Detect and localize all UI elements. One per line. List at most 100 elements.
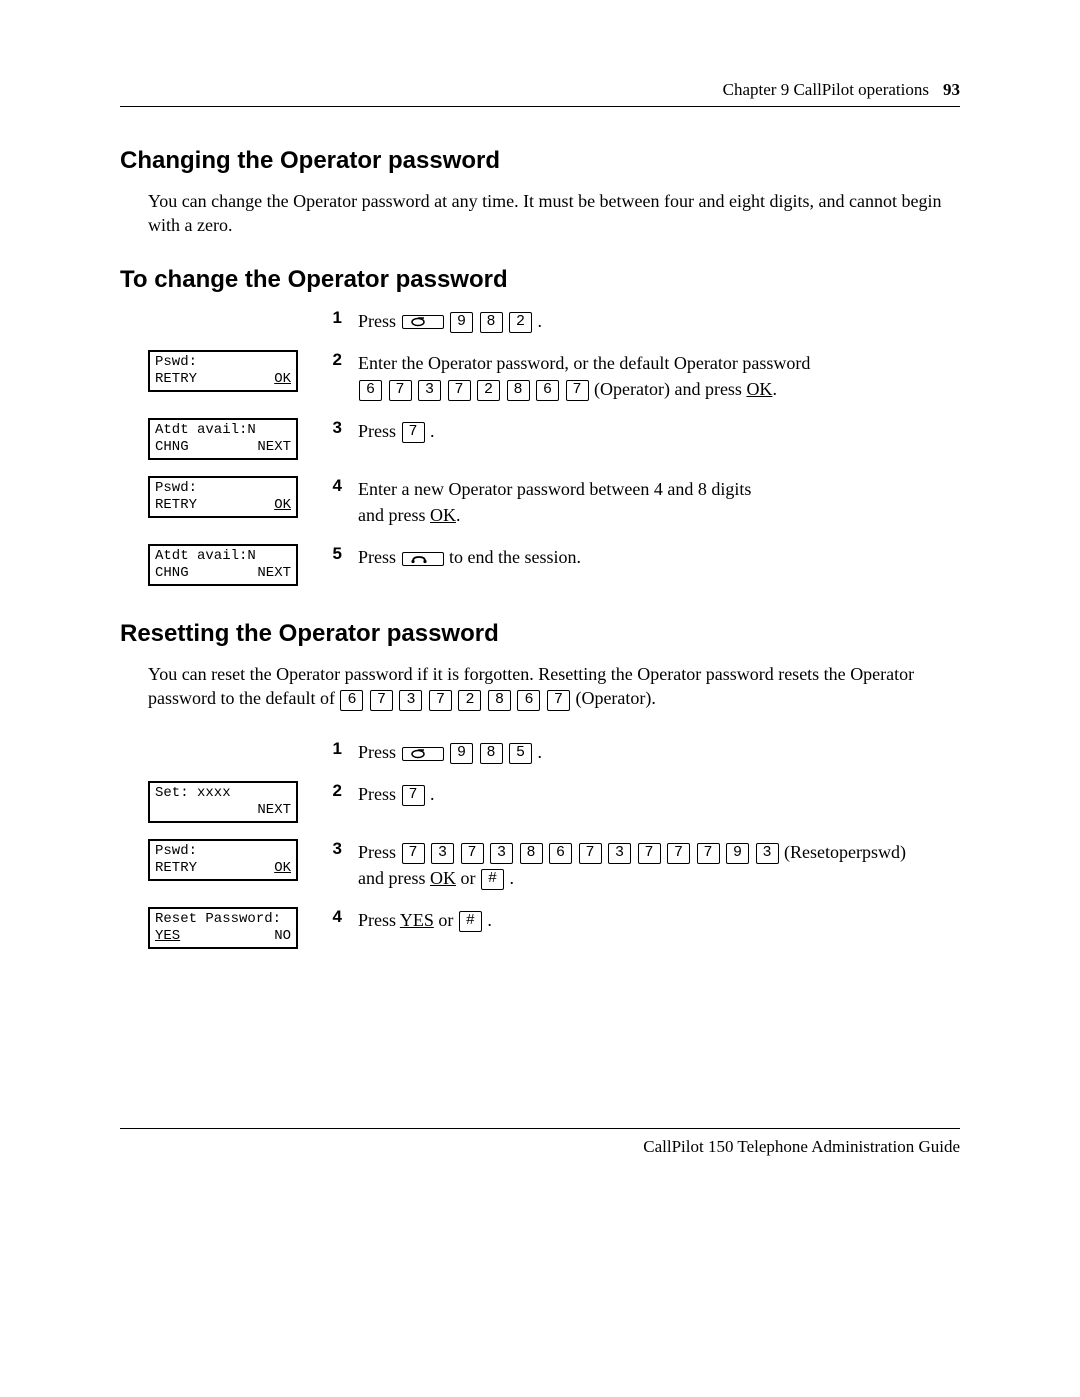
softkey-ok: OK	[746, 379, 772, 399]
page-header: Chapter 9 CallPilot operations 93	[120, 80, 960, 107]
softkey-ok: OK	[430, 505, 456, 525]
heading-to-change-operator-password: To change the Operator password	[120, 266, 960, 294]
release-key-icon	[402, 552, 444, 566]
key-2: 2	[509, 312, 532, 333]
step-5: Atdt avail:N CHNG NEXT 5 Press to end th…	[148, 544, 960, 586]
lcd-display: Atdt avail:N CHNG NEXT	[148, 418, 298, 460]
reset-step-4: Reset Password: YES NO 4 Press YES or # …	[148, 907, 960, 949]
lcd-softkey-right: NEXT	[257, 439, 291, 456]
lcd-display: Pswd: RETRY OK	[148, 350, 298, 392]
step-4: Pswd: RETRY OK 4 Enter a new Operator pa…	[148, 476, 960, 528]
lcd-softkey-right: NO	[274, 928, 291, 945]
key-hash: #	[481, 869, 504, 890]
key-7: 7	[389, 380, 412, 401]
key-9: 9	[450, 312, 473, 333]
lcd-softkey-left: RETRY	[155, 860, 197, 877]
key-hash: #	[459, 911, 482, 932]
lcd-softkey-left: RETRY	[155, 497, 197, 514]
key-2: 2	[458, 690, 481, 711]
step-1: 1 Press 9 8 2 .	[148, 308, 960, 334]
lcd-display: Pswd: RETRY OK	[148, 476, 298, 518]
heading-changing-operator-password: Changing the Operator password	[120, 147, 960, 175]
key-3: 3	[399, 690, 422, 711]
lcd-softkey-right: NEXT	[257, 565, 291, 582]
reset-step-1: 1 Press 9 8 5 .	[148, 739, 960, 765]
footer-text: CallPilot 150 Telephone Administration G…	[643, 1137, 960, 1157]
key-3: 3	[756, 843, 779, 864]
step-2: Pswd: RETRY OK 2 Enter the Operator pass…	[148, 350, 960, 402]
step-number: 2	[318, 781, 348, 801]
key-6: 6	[359, 380, 382, 401]
lcd-softkey-right: OK	[274, 860, 291, 877]
key-5: 5	[509, 743, 532, 764]
lcd-softkey-left: CHNG	[155, 565, 189, 582]
key-8: 8	[480, 743, 503, 764]
feature-key-icon	[402, 747, 444, 761]
key-7: 7	[429, 690, 452, 711]
lcd-softkey-left: RETRY	[155, 371, 197, 388]
step-number: 3	[318, 418, 348, 438]
key-7: 7	[402, 785, 425, 806]
key-3: 3	[490, 843, 513, 864]
page-footer: CallPilot 150 Telephone Administration G…	[120, 1128, 960, 1157]
step-text: Press 9 8 2 .	[358, 308, 960, 334]
intro-resetting: You can reset the Operator password if i…	[148, 662, 960, 711]
key-7: 7	[461, 843, 484, 864]
lcd-display: Reset Password: YES NO	[148, 907, 298, 949]
step-text: Press 7 .	[358, 418, 960, 444]
lcd-softkey-right: NEXT	[257, 802, 291, 819]
step-text: Press 9 8 5 .	[358, 739, 960, 765]
key-3: 3	[431, 843, 454, 864]
page-number: 93	[943, 80, 960, 100]
step-number: 4	[318, 907, 348, 927]
key-3: 3	[608, 843, 631, 864]
page: Chapter 9 CallPilot operations 93 Changi…	[0, 0, 1080, 1397]
key-6: 6	[536, 380, 559, 401]
lcd-softkey-right: OK	[274, 371, 291, 388]
lcd-display: Set: xxxx NEXT	[148, 781, 298, 823]
step-number: 5	[318, 544, 348, 564]
lcd-softkey-left: YES	[155, 928, 180, 945]
key-7: 7	[547, 690, 570, 711]
key-8: 8	[507, 380, 530, 401]
step-text: Press 7 3 7 3 8 6 7 3 7 7 7 9 3 (Resetop…	[358, 839, 960, 891]
step-text: Press 7 .	[358, 781, 960, 807]
step-text: Enter a new Operator password between 4 …	[358, 476, 960, 528]
softkey-yes: YES	[400, 910, 434, 930]
key-3: 3	[418, 380, 441, 401]
lcd-display: Pswd: RETRY OK	[148, 839, 298, 881]
step-number: 1	[318, 739, 348, 759]
lcd-display: Atdt avail:N CHNG NEXT	[148, 544, 298, 586]
key-7: 7	[370, 690, 393, 711]
key-2: 2	[477, 380, 500, 401]
step-3: Atdt avail:N CHNG NEXT 3 Press 7 .	[148, 418, 960, 460]
reset-step-2: Set: xxxx NEXT 2 Press 7 .	[148, 781, 960, 823]
key-8: 8	[520, 843, 543, 864]
lcd-softkey-right: OK	[274, 497, 291, 514]
key-7: 7	[579, 843, 602, 864]
key-7: 7	[448, 380, 471, 401]
step-number: 3	[318, 839, 348, 859]
step-number: 2	[318, 350, 348, 370]
chapter-label: Chapter 9 CallPilot operations	[723, 80, 929, 100]
key-7: 7	[667, 843, 690, 864]
step-number: 4	[318, 476, 348, 496]
key-8: 8	[480, 312, 503, 333]
reset-step-3: Pswd: RETRY OK 3 Press 7 3 7 3 8 6 7 3 7…	[148, 839, 960, 891]
key-7: 7	[402, 843, 425, 864]
feature-key-icon	[402, 315, 444, 329]
step-number: 1	[318, 308, 348, 328]
step-text: Press to end the session.	[358, 544, 960, 570]
key-6: 6	[517, 690, 540, 711]
key-7: 7	[638, 843, 661, 864]
step-text: Enter the Operator password, or the defa…	[358, 350, 960, 402]
key-7: 7	[566, 380, 589, 401]
key-7: 7	[402, 422, 425, 443]
key-6: 6	[549, 843, 572, 864]
key-7: 7	[697, 843, 720, 864]
key-6: 6	[340, 690, 363, 711]
softkey-ok: OK	[430, 868, 456, 888]
key-8: 8	[488, 690, 511, 711]
lcd-softkey-left: CHNG	[155, 439, 189, 456]
step-text: Press YES or # .	[358, 907, 960, 933]
